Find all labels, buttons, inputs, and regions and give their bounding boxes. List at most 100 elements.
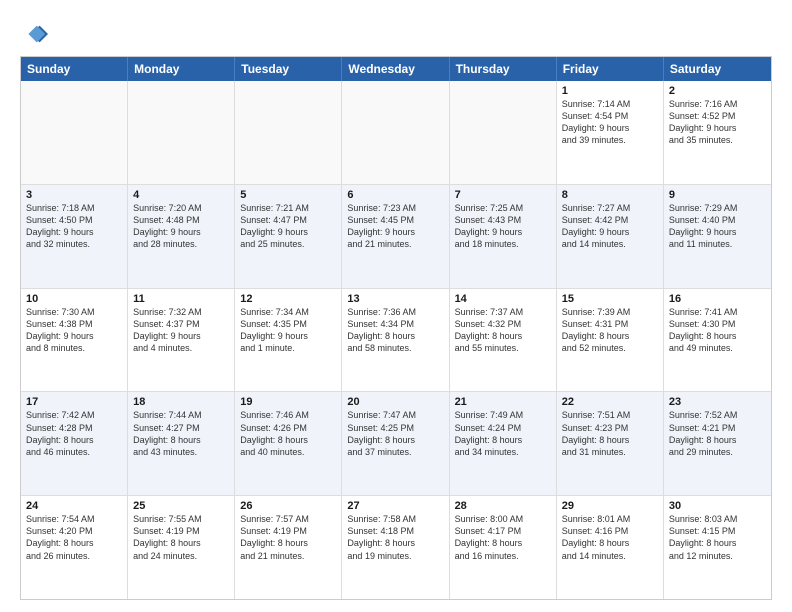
- day-number: 27: [347, 500, 443, 512]
- calendar-cell: 15Sunrise: 7:39 AM Sunset: 4:31 PM Dayli…: [557, 289, 664, 392]
- day-info: Sunrise: 7:30 AM Sunset: 4:38 PM Dayligh…: [26, 306, 122, 355]
- calendar-cell: 17Sunrise: 7:42 AM Sunset: 4:28 PM Dayli…: [21, 392, 128, 495]
- calendar-cell: 8Sunrise: 7:27 AM Sunset: 4:42 PM Daylig…: [557, 185, 664, 288]
- day-info: Sunrise: 7:54 AM Sunset: 4:20 PM Dayligh…: [26, 513, 122, 562]
- day-info: Sunrise: 7:16 AM Sunset: 4:52 PM Dayligh…: [669, 98, 766, 147]
- calendar-cell: 12Sunrise: 7:34 AM Sunset: 4:35 PM Dayli…: [235, 289, 342, 392]
- calendar-header: SundayMondayTuesdayWednesdayThursdayFrid…: [21, 57, 771, 81]
- day-number: 23: [669, 396, 766, 408]
- day-number: 19: [240, 396, 336, 408]
- day-info: Sunrise: 7:41 AM Sunset: 4:30 PM Dayligh…: [669, 306, 766, 355]
- calendar-cell: 16Sunrise: 7:41 AM Sunset: 4:30 PM Dayli…: [664, 289, 771, 392]
- day-info: Sunrise: 7:14 AM Sunset: 4:54 PM Dayligh…: [562, 98, 658, 147]
- day-number: 22: [562, 396, 658, 408]
- calendar-cell: 30Sunrise: 8:03 AM Sunset: 4:15 PM Dayli…: [664, 496, 771, 599]
- calendar-cell: 29Sunrise: 8:01 AM Sunset: 4:16 PM Dayli…: [557, 496, 664, 599]
- day-info: Sunrise: 7:25 AM Sunset: 4:43 PM Dayligh…: [455, 202, 551, 251]
- weekday-header-tuesday: Tuesday: [235, 57, 342, 81]
- calendar-cell: 11Sunrise: 7:32 AM Sunset: 4:37 PM Dayli…: [128, 289, 235, 392]
- calendar-cell: 28Sunrise: 8:00 AM Sunset: 4:17 PM Dayli…: [450, 496, 557, 599]
- day-info: Sunrise: 8:03 AM Sunset: 4:15 PM Dayligh…: [669, 513, 766, 562]
- day-info: Sunrise: 7:51 AM Sunset: 4:23 PM Dayligh…: [562, 409, 658, 458]
- day-number: 26: [240, 500, 336, 512]
- calendar-cell: 19Sunrise: 7:46 AM Sunset: 4:26 PM Dayli…: [235, 392, 342, 495]
- calendar-cell: 9Sunrise: 7:29 AM Sunset: 4:40 PM Daylig…: [664, 185, 771, 288]
- day-info: Sunrise: 8:00 AM Sunset: 4:17 PM Dayligh…: [455, 513, 551, 562]
- calendar-row-1: 3Sunrise: 7:18 AM Sunset: 4:50 PM Daylig…: [21, 185, 771, 289]
- day-number: 16: [669, 293, 766, 305]
- day-info: Sunrise: 7:57 AM Sunset: 4:19 PM Dayligh…: [240, 513, 336, 562]
- day-info: Sunrise: 7:32 AM Sunset: 4:37 PM Dayligh…: [133, 306, 229, 355]
- calendar-cell: 20Sunrise: 7:47 AM Sunset: 4:25 PM Dayli…: [342, 392, 449, 495]
- calendar-cell: 10Sunrise: 7:30 AM Sunset: 4:38 PM Dayli…: [21, 289, 128, 392]
- weekday-header-wednesday: Wednesday: [342, 57, 449, 81]
- day-info: Sunrise: 7:20 AM Sunset: 4:48 PM Dayligh…: [133, 202, 229, 251]
- logo-icon: [20, 20, 48, 48]
- day-number: 18: [133, 396, 229, 408]
- day-info: Sunrise: 7:37 AM Sunset: 4:32 PM Dayligh…: [455, 306, 551, 355]
- calendar-cell: 1Sunrise: 7:14 AM Sunset: 4:54 PM Daylig…: [557, 81, 664, 184]
- calendar-cell: 24Sunrise: 7:54 AM Sunset: 4:20 PM Dayli…: [21, 496, 128, 599]
- day-number: 2: [669, 85, 766, 97]
- day-number: 17: [26, 396, 122, 408]
- day-info: Sunrise: 7:23 AM Sunset: 4:45 PM Dayligh…: [347, 202, 443, 251]
- weekday-header-monday: Monday: [128, 57, 235, 81]
- day-number: 5: [240, 189, 336, 201]
- weekday-header-saturday: Saturday: [664, 57, 771, 81]
- calendar-row-4: 24Sunrise: 7:54 AM Sunset: 4:20 PM Dayli…: [21, 496, 771, 599]
- day-number: 7: [455, 189, 551, 201]
- calendar-cell: 13Sunrise: 7:36 AM Sunset: 4:34 PM Dayli…: [342, 289, 449, 392]
- calendar-cell: 21Sunrise: 7:49 AM Sunset: 4:24 PM Dayli…: [450, 392, 557, 495]
- day-number: 20: [347, 396, 443, 408]
- day-number: 11: [133, 293, 229, 305]
- day-number: 15: [562, 293, 658, 305]
- day-number: 3: [26, 189, 122, 201]
- header: [20, 16, 772, 48]
- day-number: 13: [347, 293, 443, 305]
- calendar-cell: 26Sunrise: 7:57 AM Sunset: 4:19 PM Dayli…: [235, 496, 342, 599]
- day-info: Sunrise: 7:34 AM Sunset: 4:35 PM Dayligh…: [240, 306, 336, 355]
- calendar-body: 1Sunrise: 7:14 AM Sunset: 4:54 PM Daylig…: [21, 81, 771, 599]
- day-number: 29: [562, 500, 658, 512]
- calendar-row-2: 10Sunrise: 7:30 AM Sunset: 4:38 PM Dayli…: [21, 289, 771, 393]
- day-info: Sunrise: 7:47 AM Sunset: 4:25 PM Dayligh…: [347, 409, 443, 458]
- day-number: 14: [455, 293, 551, 305]
- calendar-cell: 5Sunrise: 7:21 AM Sunset: 4:47 PM Daylig…: [235, 185, 342, 288]
- day-info: Sunrise: 7:36 AM Sunset: 4:34 PM Dayligh…: [347, 306, 443, 355]
- day-info: Sunrise: 7:29 AM Sunset: 4:40 PM Dayligh…: [669, 202, 766, 251]
- day-info: Sunrise: 7:27 AM Sunset: 4:42 PM Dayligh…: [562, 202, 658, 251]
- day-number: 12: [240, 293, 336, 305]
- day-number: 21: [455, 396, 551, 408]
- logo: [20, 20, 52, 48]
- day-number: 1: [562, 85, 658, 97]
- day-info: Sunrise: 7:55 AM Sunset: 4:19 PM Dayligh…: [133, 513, 229, 562]
- day-number: 4: [133, 189, 229, 201]
- day-info: Sunrise: 7:42 AM Sunset: 4:28 PM Dayligh…: [26, 409, 122, 458]
- calendar-row-0: 1Sunrise: 7:14 AM Sunset: 4:54 PM Daylig…: [21, 81, 771, 185]
- day-number: 30: [669, 500, 766, 512]
- day-info: Sunrise: 7:49 AM Sunset: 4:24 PM Dayligh…: [455, 409, 551, 458]
- calendar-cell: 22Sunrise: 7:51 AM Sunset: 4:23 PM Dayli…: [557, 392, 664, 495]
- page: SundayMondayTuesdayWednesdayThursdayFrid…: [0, 0, 792, 612]
- day-number: 10: [26, 293, 122, 305]
- calendar-cell: [235, 81, 342, 184]
- calendar-cell: 25Sunrise: 7:55 AM Sunset: 4:19 PM Dayli…: [128, 496, 235, 599]
- calendar-cell: 6Sunrise: 7:23 AM Sunset: 4:45 PM Daylig…: [342, 185, 449, 288]
- weekday-header-thursday: Thursday: [450, 57, 557, 81]
- day-number: 9: [669, 189, 766, 201]
- day-info: Sunrise: 7:44 AM Sunset: 4:27 PM Dayligh…: [133, 409, 229, 458]
- calendar-cell: [342, 81, 449, 184]
- calendar-cell: 27Sunrise: 7:58 AM Sunset: 4:18 PM Dayli…: [342, 496, 449, 599]
- day-number: 6: [347, 189, 443, 201]
- day-info: Sunrise: 7:52 AM Sunset: 4:21 PM Dayligh…: [669, 409, 766, 458]
- calendar-cell: [450, 81, 557, 184]
- calendar-cell: 3Sunrise: 7:18 AM Sunset: 4:50 PM Daylig…: [21, 185, 128, 288]
- calendar-cell: [21, 81, 128, 184]
- day-info: Sunrise: 7:21 AM Sunset: 4:47 PM Dayligh…: [240, 202, 336, 251]
- calendar-cell: 2Sunrise: 7:16 AM Sunset: 4:52 PM Daylig…: [664, 81, 771, 184]
- day-number: 24: [26, 500, 122, 512]
- day-info: Sunrise: 8:01 AM Sunset: 4:16 PM Dayligh…: [562, 513, 658, 562]
- day-number: 28: [455, 500, 551, 512]
- calendar-row-3: 17Sunrise: 7:42 AM Sunset: 4:28 PM Dayli…: [21, 392, 771, 496]
- calendar-cell: 4Sunrise: 7:20 AM Sunset: 4:48 PM Daylig…: [128, 185, 235, 288]
